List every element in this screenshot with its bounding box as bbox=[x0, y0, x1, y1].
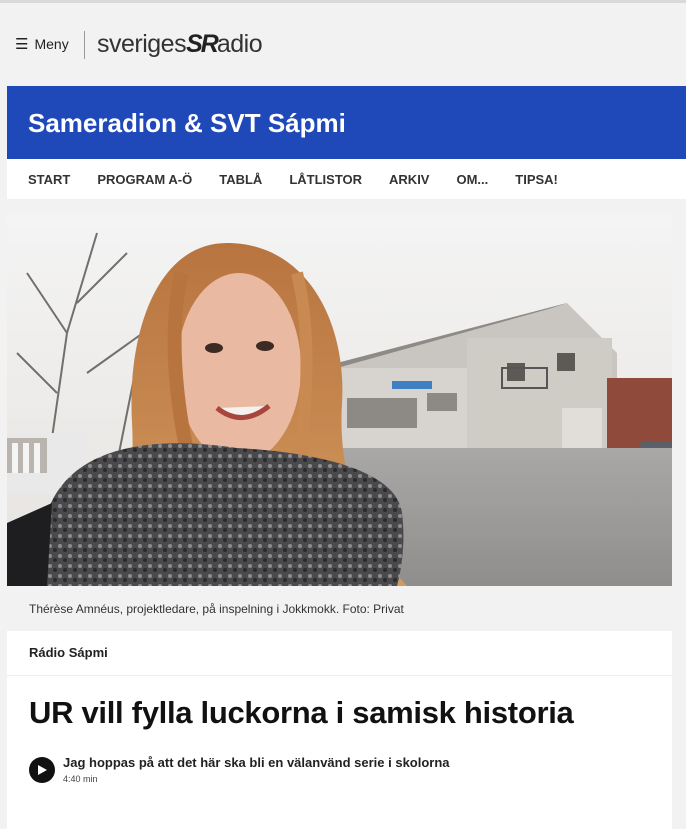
play-button[interactable] bbox=[29, 757, 55, 783]
header-divider bbox=[84, 31, 85, 59]
program-link[interactable]: Rádio Sápmi bbox=[29, 645, 108, 660]
channel-title[interactable]: Sameradion & SVT Sápmi bbox=[28, 108, 346, 139]
channel-banner: Sameradion & SVT Sápmi bbox=[7, 86, 686, 159]
audio-player: Jag hoppas på att det här ska bli en väl… bbox=[29, 754, 450, 784]
nav-item-tabla[interactable]: TABLÅ bbox=[219, 172, 262, 187]
article: Thérèse Amnéus, projektledare, på inspel… bbox=[7, 213, 672, 829]
logo-text-sveriges: sveriges bbox=[97, 30, 187, 58]
sveriges-radio-logo[interactable]: sverigesSRadio bbox=[97, 30, 263, 59]
audio-title[interactable]: Jag hoppas på att det här ska bli en väl… bbox=[63, 755, 450, 770]
nav-item-tipsa[interactable]: TIPSA! bbox=[515, 172, 558, 187]
menu-label: Meny bbox=[34, 36, 69, 52]
audio-info: Jag hoppas på att det här ska bli en väl… bbox=[63, 754, 450, 784]
nav-item-latlistor[interactable]: LÅTLISTOR bbox=[289, 172, 362, 187]
nav-item-arkiv[interactable]: ARKIV bbox=[389, 172, 429, 187]
nav-item-program-a-o[interactable]: PROGRAM A-Ö bbox=[97, 172, 192, 187]
separator bbox=[7, 675, 672, 676]
logo-sr-mark: SR bbox=[186, 30, 219, 58]
site-header: ☰ Meny sverigesSRadio bbox=[0, 3, 686, 86]
caption-area: Thérèse Amnéus, projektledare, på inspel… bbox=[7, 586, 672, 631]
photo-illustration bbox=[7, 213, 672, 586]
play-icon bbox=[38, 765, 47, 775]
nav-item-start[interactable]: START bbox=[28, 172, 70, 187]
logo-text-adio: adio bbox=[216, 30, 263, 58]
article-photo bbox=[7, 213, 672, 586]
image-caption: Thérèse Amnéus, projektledare, på inspel… bbox=[29, 602, 404, 616]
audio-duration: 4:40 min bbox=[63, 774, 98, 784]
nav-item-om[interactable]: OM... bbox=[456, 172, 488, 187]
hamburger-icon: ☰ bbox=[15, 35, 29, 53]
channel-nav: START PROGRAM A-Ö TABLÅ LÅTLISTOR ARKIV … bbox=[7, 159, 686, 199]
article-headline: UR vill fylla luckorna i samisk historia bbox=[29, 695, 574, 730]
menu-button[interactable]: ☰ Meny bbox=[15, 36, 69, 52]
